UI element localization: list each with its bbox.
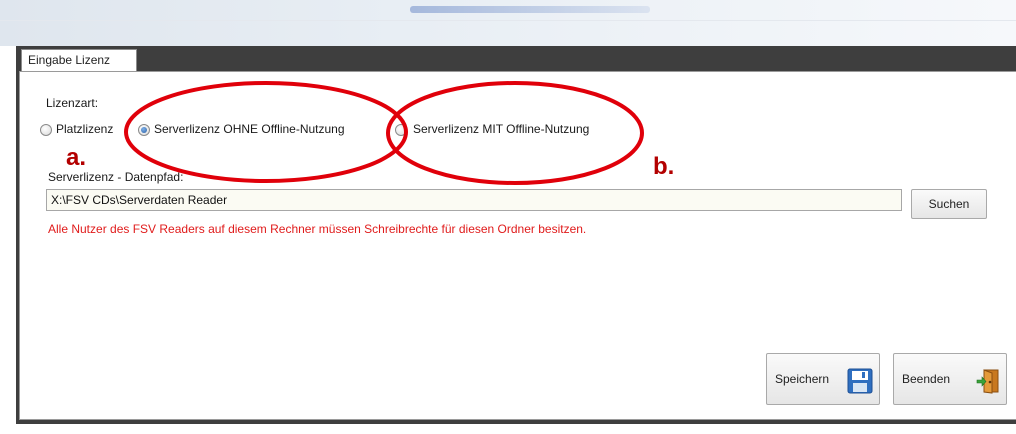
permission-warning: Alle Nutzer des FSV Readers auf diesem R…	[48, 222, 587, 236]
server-path-input[interactable]: X:\FSV CDs\Serverdaten Reader	[46, 189, 902, 211]
license-type-label: Lizenzart:	[46, 96, 99, 110]
blurred-text	[410, 6, 650, 13]
divider	[0, 20, 1016, 21]
radio-serverlizenz-ohne-offline-label[interactable]: Serverlizenz OHNE Offline-Nutzung	[154, 122, 345, 136]
radio-serverlizenz-mit-offline[interactable]	[395, 124, 407, 136]
radio-serverlizenz-ohne-offline[interactable]	[138, 124, 150, 136]
exit-door-icon	[976, 368, 1002, 394]
background-window-strip	[0, 0, 1016, 46]
annotation-a: a.	[66, 144, 87, 171]
radio-platzlizenz[interactable]	[40, 124, 52, 136]
tab-eingabe-lizenz[interactable]: Eingabe Lizenz	[21, 49, 137, 71]
save-button-label: Speichern	[775, 372, 830, 386]
annotation-b: b.	[653, 153, 675, 180]
close-button[interactable]: Beenden	[893, 353, 1007, 405]
server-path-label: Serverlizenz - Datenpfad:	[48, 170, 184, 184]
radio-platzlizenz-label[interactable]: Platzlizenz	[56, 122, 113, 136]
search-button[interactable]: Suchen	[911, 189, 987, 219]
floppy-disk-icon	[847, 368, 873, 394]
save-button[interactable]: Speichern	[766, 353, 880, 405]
close-button-label: Beenden	[902, 372, 951, 386]
radio-serverlizenz-mit-offline-label[interactable]: Serverlizenz MIT Offline-Nutzung	[413, 122, 589, 136]
